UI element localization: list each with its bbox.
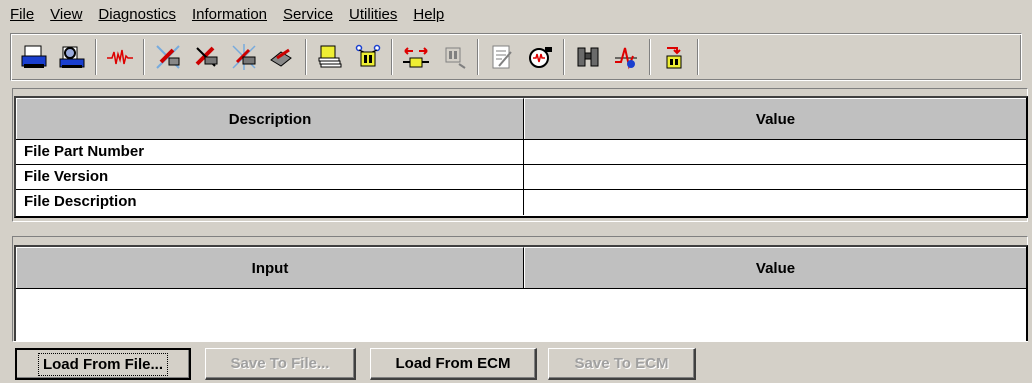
table-row[interactable]: File Description bbox=[16, 190, 1026, 215]
menu-help-label: Help bbox=[413, 6, 445, 23]
print-icon[interactable] bbox=[16, 39, 52, 75]
menu-utilities-label: Utilities bbox=[349, 6, 398, 23]
diag-tool-4-icon[interactable] bbox=[264, 39, 300, 75]
save-to-ecm-label: Save To ECM bbox=[574, 355, 669, 372]
ecm-disabled-icon bbox=[436, 39, 472, 75]
toolbar-separator bbox=[697, 39, 699, 75]
print-preview-icon[interactable] bbox=[54, 39, 90, 75]
cell-description: File Description bbox=[16, 190, 524, 215]
column-header-value[interactable]: Value bbox=[524, 98, 1026, 139]
toolbar-separator bbox=[391, 39, 393, 75]
waveform-icon[interactable] bbox=[102, 39, 138, 75]
load-from-ecm-button[interactable]: Load From ECM bbox=[370, 348, 537, 380]
load-from-file-button[interactable]: Load From File... bbox=[15, 348, 191, 380]
connection-icon[interactable] bbox=[398, 39, 434, 75]
documents-icon[interactable] bbox=[312, 39, 348, 75]
menu-diagnostics-label: Diagnostics bbox=[98, 6, 176, 23]
menu-view-label: View bbox=[50, 6, 83, 23]
column-header-input[interactable]: Input bbox=[16, 247, 524, 288]
save-to-file-label: Save To File... bbox=[230, 355, 330, 372]
file-info-table: Description Value File Part Number File … bbox=[14, 96, 1028, 218]
column-header-description[interactable]: Description bbox=[16, 98, 524, 139]
menu-bar: File View Diagnostics Information Servic… bbox=[0, 0, 1032, 34]
menu-information-label: Information bbox=[191, 6, 268, 23]
download-icon[interactable] bbox=[656, 39, 692, 75]
save-to-file-button: Save To File... bbox=[205, 348, 356, 380]
menu-information[interactable]: Information bbox=[184, 4, 275, 26]
cell-value bbox=[524, 190, 1026, 215]
binoculars-icon[interactable] bbox=[570, 39, 606, 75]
toolbar-separator bbox=[649, 39, 651, 75]
menu-utilities[interactable]: Utilities bbox=[341, 4, 405, 26]
diag-tool-1-icon[interactable] bbox=[150, 39, 186, 75]
cell-description: File Part Number bbox=[16, 140, 524, 164]
input-table-body[interactable] bbox=[16, 289, 1026, 341]
cell-value bbox=[524, 165, 1026, 189]
menu-help[interactable]: Help bbox=[405, 4, 452, 26]
menu-file-label: File bbox=[10, 6, 35, 23]
ecm-icon[interactable] bbox=[350, 39, 386, 75]
diag-tool-2-icon[interactable] bbox=[188, 39, 224, 75]
menu-service[interactable]: Service bbox=[275, 4, 341, 26]
load-from-file-label: Load From File... bbox=[37, 352, 169, 376]
toolbar-separator bbox=[95, 39, 97, 75]
column-header-value[interactable]: Value bbox=[524, 247, 1026, 288]
toolbar bbox=[10, 33, 1022, 81]
sensor-icon[interactable] bbox=[522, 39, 558, 75]
input-table-header: Input Value bbox=[16, 247, 1026, 289]
input-table: Input Value bbox=[14, 245, 1028, 341]
edit-icon[interactable] bbox=[484, 39, 520, 75]
menu-file[interactable]: File bbox=[2, 4, 42, 26]
menu-view[interactable]: View bbox=[42, 4, 90, 26]
cell-value bbox=[524, 140, 1026, 164]
diag-tool-3-icon[interactable] bbox=[226, 39, 262, 75]
menu-service-label: Service bbox=[283, 6, 334, 23]
load-from-ecm-label: Load From ECM bbox=[395, 355, 511, 372]
toolbar-separator bbox=[305, 39, 307, 75]
file-info-table-header: Description Value bbox=[16, 98, 1026, 140]
save-to-ecm-button: Save To ECM bbox=[548, 348, 696, 380]
cell-description: File Version bbox=[16, 165, 524, 189]
table-row[interactable]: File Part Number bbox=[16, 140, 1026, 165]
menu-diagnostics[interactable]: Diagnostics bbox=[90, 4, 184, 26]
toolbar-separator bbox=[477, 39, 479, 75]
graph-icon[interactable] bbox=[608, 39, 644, 75]
table-row[interactable]: File Version bbox=[16, 165, 1026, 190]
toolbar-separator bbox=[563, 39, 565, 75]
toolbar-separator bbox=[143, 39, 145, 75]
